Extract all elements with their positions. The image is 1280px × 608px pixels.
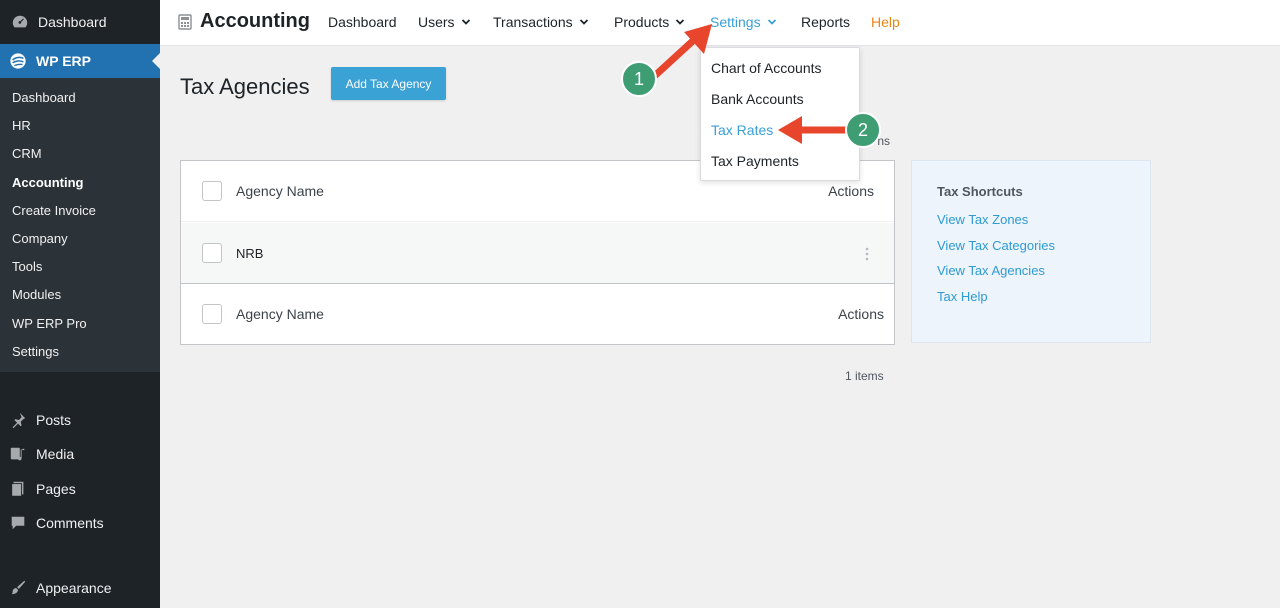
brand-title: Accounting [200,10,310,32]
paintbrush-icon [8,578,28,598]
sidebar-item-media[interactable]: Media [0,437,160,471]
submenu-modules[interactable]: Modules [0,281,160,309]
link-view-tax-zones[interactable]: View Tax Zones [937,207,1125,233]
media-icon [8,444,28,464]
tax-shortcuts-panel: Tax Shortcuts View Tax Zones View Tax Ca… [911,160,1151,343]
items-count-bottom: 1 items [845,369,884,383]
submenu-create-invoice[interactable]: Create Invoice [0,197,160,225]
kebab-menu-icon[interactable] [865,247,869,261]
annotation-arrow-2 [778,116,856,144]
calculator-icon [178,13,192,30]
sidebar-item-label: Posts [36,412,72,428]
column-header-agency-name: Agency Name [236,183,324,199]
select-all-checkbox[interactable] [202,181,222,201]
column-header-actions: Actions [828,183,874,199]
accounting-brand: Accounting [178,10,310,33]
sidebar-item-label: Media [36,446,75,462]
menu-item-chart-of-accounts[interactable]: Chart of Accounts [701,54,859,85]
nav-label: Help [871,14,900,30]
sidebar-item-label: Pages [36,481,76,497]
step-badge-2: 2 [845,112,881,148]
submenu-crm[interactable]: CRM [0,140,160,168]
dashboard-gauge-icon [10,12,30,32]
select-all-checkbox-footer[interactable] [202,304,222,324]
submenu-dashboard[interactable]: Dashboard [0,84,160,112]
link-tax-help[interactable]: Tax Help [937,284,1125,310]
admin-sidebar: Dashboard WP ERP Dashboard HR CRM Accoun… [0,0,160,608]
sidebar-item-pages[interactable]: Pages [0,472,160,506]
chevron-down-icon [579,19,588,25]
nav-label: Dashboard [328,14,397,30]
submenu-tools[interactable]: Tools [0,253,160,281]
submenu-settings[interactable]: Settings [0,338,160,366]
chevron-down-icon [767,19,776,25]
nav-dashboard[interactable]: Dashboard [328,14,397,30]
table-footer-row: Agency Name Actions [181,284,894,344]
nav-label: Users [418,14,455,30]
column-footer-agency-name: Agency Name [236,306,324,322]
table-row: NRB [181,223,894,284]
agency-name-cell: NRB [236,245,264,261]
nav-transactions[interactable]: Transactions [493,14,589,30]
add-tax-agency-button[interactable]: Add Tax Agency [331,67,446,100]
menu-item-tax-payments[interactable]: Tax Payments [701,147,859,178]
wp-erp-logo-icon [8,51,28,71]
page-title: Tax Agencies [180,74,310,99]
nav-label: Reports [801,14,851,30]
sidebar-item-appearance[interactable]: Appearance [0,571,160,605]
tax-agencies-table: Agency Name Actions NRB Agency Name Acti… [180,160,895,345]
sidebar-item-label: Appearance [36,580,112,596]
submenu-accounting[interactable]: Accounting [0,169,160,197]
nav-label: Transactions [493,14,573,30]
submenu-hr[interactable]: HR [0,112,160,140]
submenu-wp-erp-pro[interactable]: WP ERP Pro [0,310,160,338]
sidebar-item-comments[interactable]: Comments [0,506,160,540]
sidebar-item-posts[interactable]: Posts [0,403,160,437]
nav-reports[interactable]: Reports [801,14,850,30]
chevron-down-icon [461,19,470,25]
column-footer-actions: Actions [838,306,884,322]
sidebar-item-label: Dashboard [38,14,107,30]
comment-bubble-icon [8,513,28,533]
wp-erp-submenu: Dashboard HR CRM Accounting Create Invoi… [0,78,160,372]
sidebar-item-label: WP ERP [36,53,91,69]
shortcuts-title: Tax Shortcuts [937,184,1023,199]
link-view-tax-categories[interactable]: View Tax Categories [937,233,1125,259]
accounting-top-nav: Accounting Dashboard Users Transactions … [160,0,1280,46]
pushpin-icon [8,410,28,430]
sidebar-item-label: Comments [36,515,104,531]
pages-icon [8,479,28,499]
nav-help[interactable]: Help [871,14,900,30]
step-badge-1: 1 [621,61,657,97]
sidebar-item-dashboard[interactable]: Dashboard [0,0,160,44]
nav-users[interactable]: Users [418,14,471,30]
submenu-company[interactable]: Company [0,225,160,253]
link-view-tax-agencies[interactable]: View Tax Agencies [937,258,1125,284]
sidebar-item-wp-erp[interactable]: WP ERP [0,44,160,78]
row-checkbox[interactable] [202,243,222,263]
menu-item-bank-accounts[interactable]: Bank Accounts [701,85,859,116]
